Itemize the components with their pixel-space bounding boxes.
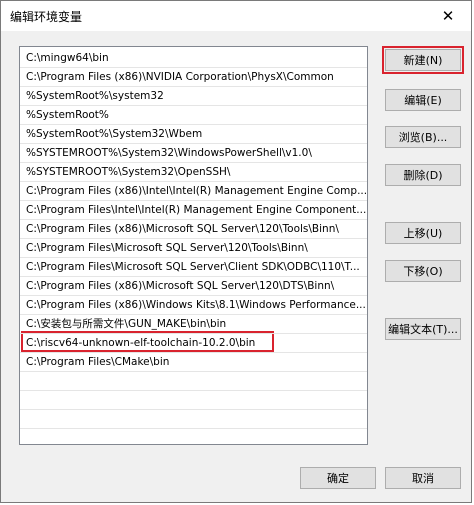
- title-bar: 编辑环境变量 ✕: [1, 1, 471, 31]
- path-list-item[interactable]: C:\安装包与所需文件\GUN_MAKE\bin\bin: [20, 315, 367, 334]
- path-list-empty-row[interactable]: [20, 391, 367, 410]
- path-list-item[interactable]: C:\Program Files (x86)\Microsoft SQL Ser…: [20, 220, 367, 239]
- path-list-item[interactable]: %SYSTEMROOT%\System32\OpenSSH\: [20, 163, 367, 182]
- close-icon[interactable]: ✕: [425, 1, 471, 31]
- path-list-item[interactable]: C:\Program Files\CMake\bin: [20, 353, 367, 372]
- path-list-empty-row[interactable]: [20, 429, 367, 444]
- path-list-item[interactable]: C:\riscv64-unknown-elf-toolchain-10.2.0\…: [20, 334, 367, 353]
- path-list[interactable]: C:\mingw64\bin C:\Program Files (x86)\NVI…: [19, 46, 368, 445]
- move-down-button[interactable]: 下移(O): [385, 260, 461, 282]
- edit-button[interactable]: 编辑(E): [385, 89, 461, 111]
- ok-button[interactable]: 确定: [300, 467, 376, 489]
- move-up-button[interactable]: 上移(U): [385, 222, 461, 244]
- edit-env-var-dialog: 编辑环境变量 ✕ C:\mingw64\bin C:\Program Files …: [0, 0, 472, 503]
- path-list-item[interactable]: C:\Program Files\Microsoft SQL Server\12…: [20, 239, 367, 258]
- path-list-item[interactable]: C:\mingw64\bin: [20, 49, 367, 68]
- edit-text-button[interactable]: 编辑文本(T)...: [385, 318, 461, 340]
- path-list-item[interactable]: C:\Program Files (x86)\NVIDIA Corporatio…: [20, 68, 367, 87]
- window-title: 编辑环境变量: [10, 10, 83, 24]
- path-list-item[interactable]: %SystemRoot%\system32: [20, 87, 367, 106]
- browse-button[interactable]: 浏览(B)...: [385, 126, 461, 148]
- path-list-item[interactable]: %SYSTEMROOT%\System32\WindowsPowerShell\…: [20, 144, 367, 163]
- path-list-empty-row[interactable]: [20, 410, 367, 429]
- path-list-item[interactable]: C:\Program Files (x86)\Microsoft SQL Ser…: [20, 277, 367, 296]
- path-list-item[interactable]: C:\Program Files (x86)\Windows Kits\8.1\…: [20, 296, 367, 315]
- path-list-item[interactable]: C:\Program Files\Intel\Intel(R) Manageme…: [20, 201, 367, 220]
- path-list-empty-row[interactable]: [20, 372, 367, 391]
- path-list-item[interactable]: C:\Program Files\Microsoft SQL Server\Cl…: [20, 258, 367, 277]
- path-list-item[interactable]: %SystemRoot%: [20, 106, 367, 125]
- new-button[interactable]: 新建(N): [385, 49, 461, 71]
- path-list-item[interactable]: C:\Program Files (x86)\Intel\Intel(R) Ma…: [20, 182, 367, 201]
- delete-button[interactable]: 删除(D): [385, 164, 461, 186]
- cancel-button[interactable]: 取消: [385, 467, 461, 489]
- path-list-item[interactable]: %SystemRoot%\System32\Wbem: [20, 125, 367, 144]
